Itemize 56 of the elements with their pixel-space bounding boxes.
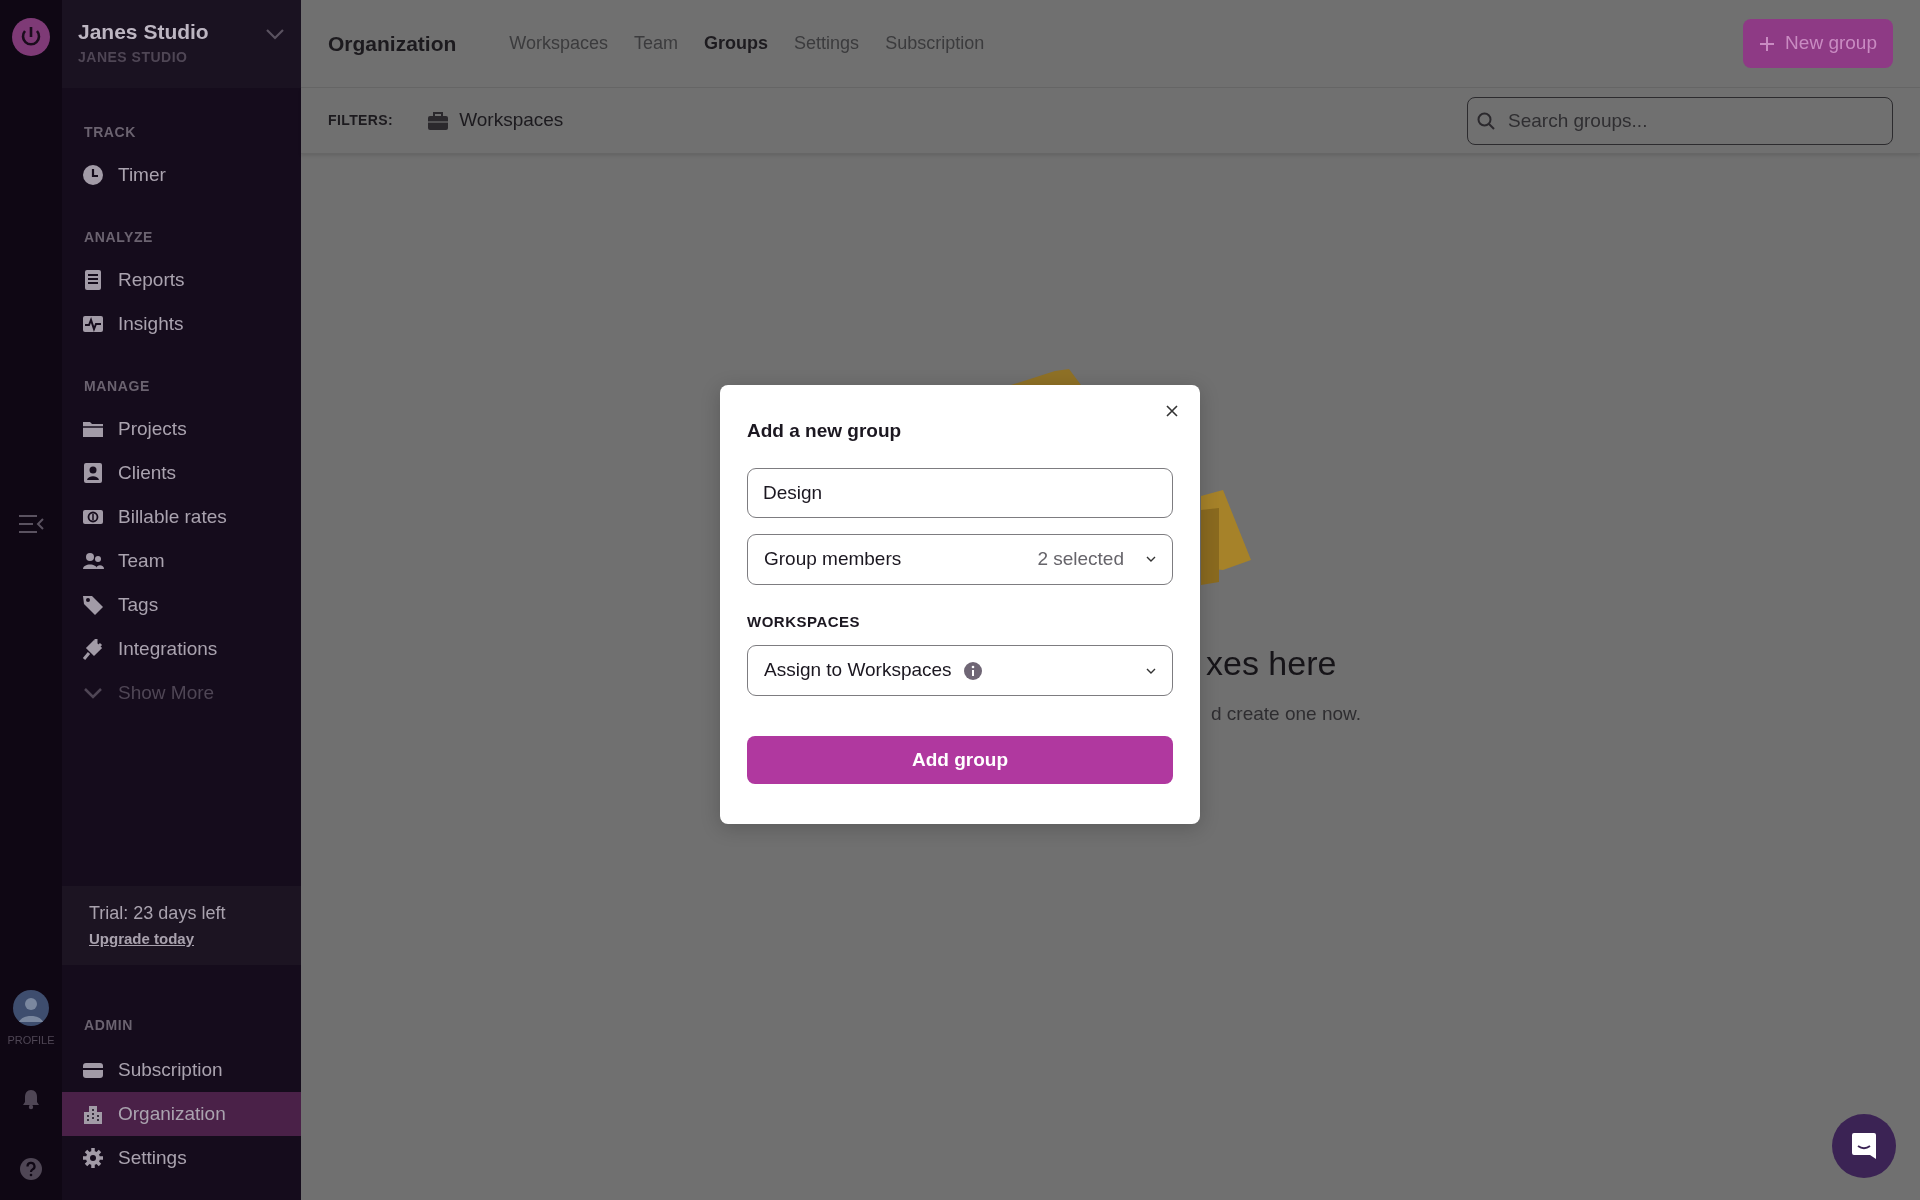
settings-icon <box>82 1147 104 1169</box>
chevron-down-icon <box>1146 667 1156 674</box>
search-field[interactable]: Search groups... <box>1467 96 1893 145</box>
search-icon <box>1477 111 1495 130</box>
section-heading: ADMIN <box>83 1016 134 1035</box>
sidebar-item[interactable]: Integrations <box>62 627 301 671</box>
sidebar-item[interactable]: Tags <box>62 583 301 627</box>
building-icon <box>82 1103 104 1125</box>
empty-state-heading: xes here <box>1206 643 1337 684</box>
workspaces-filter[interactable]: Workspaces <box>427 106 564 135</box>
sidebar-item[interactable]: Projects <box>62 407 301 451</box>
plug-icon <box>82 638 104 660</box>
workspaces-select[interactable]: Assign to Workspaces <box>747 645 1173 696</box>
sidebar-item[interactable]: Timer <box>62 153 301 197</box>
section-heading: MANAGE <box>83 377 151 396</box>
workspace-name: Janes Studio <box>78 20 209 44</box>
info-icon <box>963 661 982 680</box>
avatar-icon <box>13 989 49 1026</box>
close-icon <box>1166 405 1178 417</box>
clock-icon <box>82 164 104 186</box>
chevron-down-icon <box>265 28 285 40</box>
group-name-field[interactable]: Design <box>747 467 1173 518</box>
chat-bubble-icon <box>1851 1132 1877 1160</box>
upgrade-link[interactable]: Upgrade today <box>89 930 194 947</box>
chevron-down-icon <box>1146 556 1156 562</box>
section-heading: WORKSPACES <box>747 611 862 632</box>
profile-label: PROFILE <box>7 1032 55 1048</box>
sidebar-item[interactable]: Insights <box>62 302 301 346</box>
chart-icon <box>82 313 104 335</box>
section-heading: TRACK <box>83 123 137 142</box>
contact-card-icon <box>82 462 104 484</box>
document-icon <box>82 269 104 291</box>
sidebar-item[interactable]: Clients <box>62 451 301 495</box>
sidebar-item[interactable]: Subscription <box>62 1048 301 1092</box>
sidebar-item[interactable]: Billable rates <box>62 495 301 539</box>
power-logo-icon <box>12 18 50 56</box>
filters-label: FILTERS: <box>328 111 394 130</box>
tag-icon <box>82 594 104 616</box>
briefcase-icon <box>427 110 450 131</box>
empty-state-text: d create one now. <box>1211 702 1361 726</box>
people-icon <box>82 550 104 572</box>
modal-title: Add a new group <box>747 419 903 443</box>
help-icon[interactable] <box>20 1158 42 1180</box>
page-title: Organization <box>328 30 457 57</box>
sidebar-item[interactable]: Organization <box>62 1092 301 1136</box>
trial-text: Trial: 23 days left <box>89 902 227 925</box>
selected-count: 2 selected <box>1037 546 1124 571</box>
sidebar-item[interactable]: Settings <box>62 1136 301 1180</box>
group-members-select[interactable]: Group members 2 selected <box>747 533 1173 585</box>
sidebar-item[interactable]: Team <box>62 539 301 583</box>
notifications-bell-icon[interactable] <box>21 1088 41 1110</box>
add-group-button[interactable]: Add group <box>747 736 1173 784</box>
sidebar-item[interactable]: Reports <box>62 258 301 302</box>
section-heading: ANALYZE <box>83 228 155 247</box>
menu-collapse-icon[interactable] <box>18 513 44 534</box>
plus-icon <box>1759 35 1776 52</box>
